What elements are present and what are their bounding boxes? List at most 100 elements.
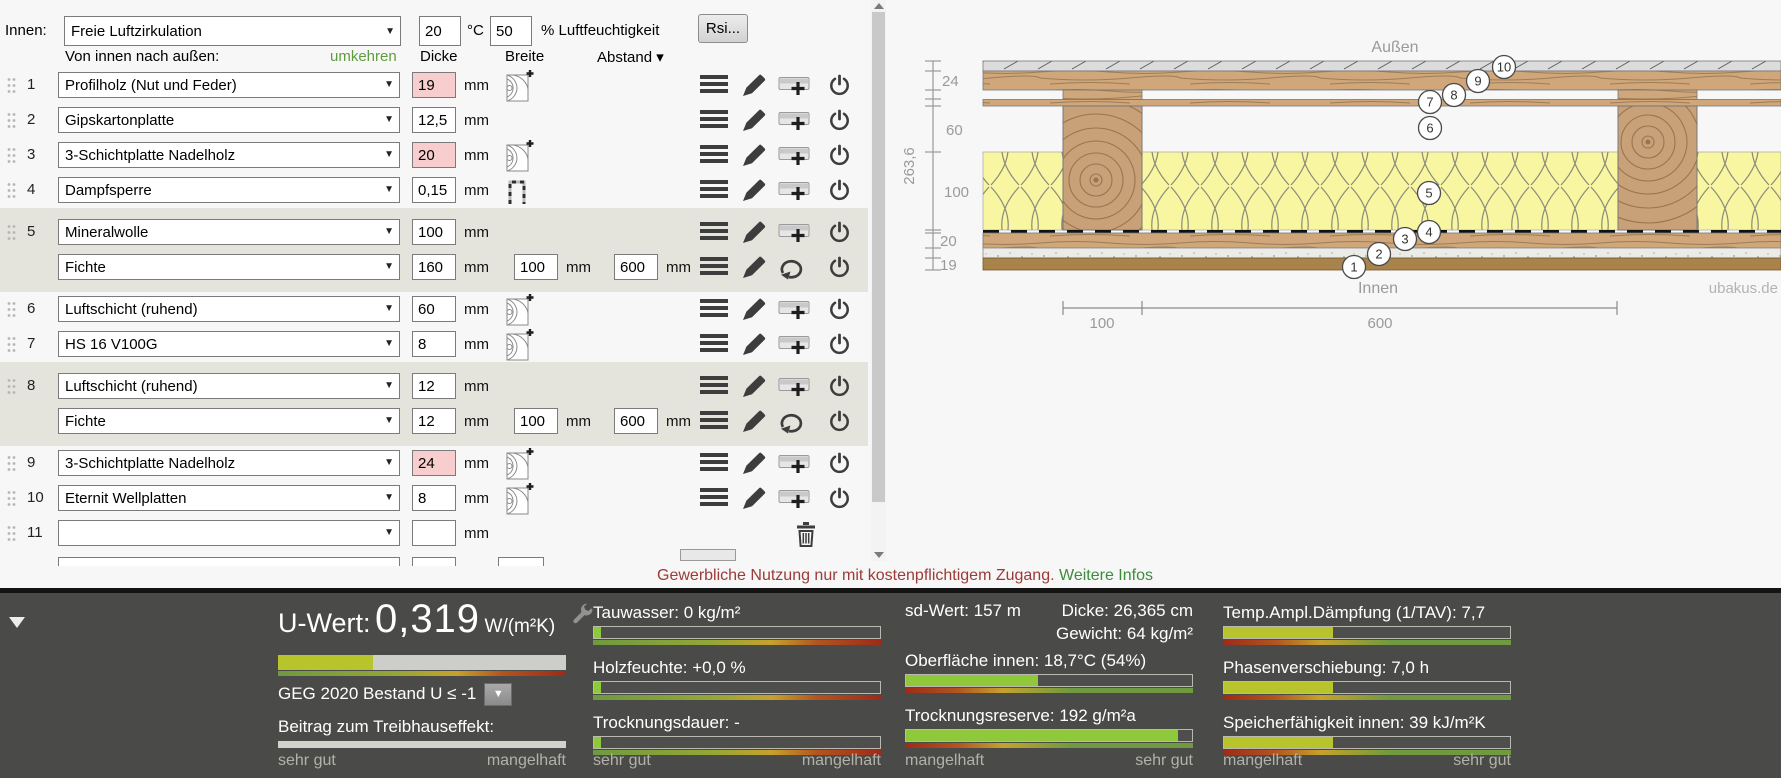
insert-layer-icon[interactable] [778, 333, 814, 363]
membrane-icon[interactable] [506, 174, 528, 210]
menu-icon[interactable] [700, 487, 728, 512]
material-select[interactable]: Mineralwolle▼ [58, 219, 400, 245]
layer-callout[interactable]: 9 [1467, 70, 1490, 93]
layer-callout[interactable]: 3 [1394, 228, 1417, 251]
menu-icon[interactable] [700, 452, 728, 477]
reverse-link[interactable]: umkehren [330, 48, 397, 65]
thickness-input[interactable] [412, 520, 456, 546]
toggle-layer-icon[interactable] [828, 144, 851, 173]
thickness-input[interactable]: 60 [412, 296, 456, 322]
menu-icon[interactable] [700, 298, 728, 323]
insert-layer-icon[interactable] [778, 144, 814, 174]
menu-icon[interactable] [700, 256, 728, 281]
menu-icon[interactable] [700, 375, 728, 400]
toggle-layer-icon[interactable] [828, 452, 851, 481]
material-select[interactable]: Fichte▼ [58, 408, 400, 434]
insert-layer-icon[interactable] [778, 452, 814, 482]
geg-dropdown-button[interactable]: ▼ [484, 683, 512, 706]
edit-icon[interactable] [742, 109, 767, 137]
thickness-input[interactable] [412, 557, 456, 566]
edit-icon[interactable] [742, 221, 767, 249]
menu-icon[interactable] [700, 410, 728, 435]
width-input[interactable]: 100 [514, 408, 558, 434]
more-info-link[interactable]: Weitere Infos [1059, 567, 1153, 584]
insert-layer-icon[interactable] [778, 74, 814, 104]
width-input[interactable] [498, 557, 544, 566]
drag-handle-icon[interactable] [7, 77, 16, 99]
thickness-input[interactable]: 8 [412, 331, 456, 357]
spacing-input[interactable]: 600 [614, 408, 658, 434]
menu-icon[interactable] [700, 144, 728, 169]
menu-icon[interactable] [700, 179, 728, 204]
edit-icon[interactable] [742, 144, 767, 172]
material-select[interactable]: HS 16 V100G▼ [58, 331, 400, 357]
reset-icon[interactable] [778, 410, 805, 440]
drag-handle-icon[interactable] [7, 224, 16, 246]
material-select[interactable]: 3-Schichtplatte Nadelholz▼ [58, 450, 400, 476]
toggle-layer-icon[interactable] [828, 109, 851, 138]
layer-callout[interactable]: 4 [1418, 221, 1441, 244]
drag-handle-icon[interactable] [7, 112, 16, 134]
layer-callout[interactable]: 8 [1443, 84, 1466, 107]
drag-handle-icon[interactable] [7, 182, 16, 204]
edit-icon[interactable] [742, 333, 767, 361]
toggle-layer-icon[interactable] [828, 298, 851, 327]
toggle-layer-icon[interactable] [828, 375, 851, 404]
toggle-layer-icon[interactable] [828, 221, 851, 250]
toggle-layer-icon[interactable] [828, 487, 851, 516]
toggle-layer-icon[interactable] [828, 333, 851, 362]
material-select[interactable]: Luftschicht (ruhend)▼ [58, 373, 400, 399]
insert-layer-icon[interactable] [778, 375, 814, 405]
thickness-input[interactable]: 0,15 [412, 177, 456, 203]
material-select[interactable]: 3-Schichtplatte Nadelholz▼ [58, 142, 400, 168]
circulation-select[interactable]: Freie Luftzirkulation ▼ [64, 16, 401, 46]
menu-icon[interactable] [700, 109, 728, 134]
add-battens-icon[interactable] [506, 139, 534, 177]
drag-handle-icon[interactable] [7, 490, 16, 512]
edit-icon[interactable] [742, 179, 767, 207]
layer-callout[interactable]: 6 [1419, 117, 1442, 140]
edit-icon[interactable] [742, 410, 767, 438]
thickness-input[interactable]: 19 [412, 72, 456, 98]
thickness-input[interactable]: 8 [412, 485, 456, 511]
toggle-layer-icon[interactable] [828, 74, 851, 103]
menu-icon[interactable] [700, 74, 728, 99]
material-select[interactable]: Fichte▼ [58, 254, 400, 280]
layer-callout[interactable]: 5 [1418, 182, 1441, 205]
thickness-input[interactable]: 100 [412, 219, 456, 245]
material-select[interactable]: Gipskartonplatte▼ [58, 107, 400, 133]
menu-icon[interactable] [700, 333, 728, 358]
temperature-input[interactable]: 20 [419, 16, 461, 46]
edit-icon[interactable] [742, 375, 767, 403]
layer-callout[interactable]: 1 [1343, 256, 1366, 279]
material-select[interactable] [58, 557, 400, 566]
rsi-button[interactable]: Rsi... [698, 14, 748, 43]
thickness-input[interactable]: 12,5 [412, 107, 456, 133]
menu-icon[interactable] [700, 221, 728, 246]
width-input[interactable]: 100 [514, 254, 558, 280]
thickness-input[interactable]: 24 [412, 450, 456, 476]
drag-handle-icon[interactable] [7, 301, 16, 323]
delete-icon[interactable] [796, 522, 816, 552]
drag-handle-icon[interactable] [7, 525, 16, 547]
add-battens-icon[interactable] [506, 328, 534, 366]
material-select[interactable]: Eternit Wellplatten▼ [58, 485, 400, 511]
insert-layer-icon[interactable] [778, 109, 814, 139]
material-select[interactable]: Profilholz (Nut und Feder)▼ [58, 72, 400, 98]
insert-layer-icon[interactable] [778, 298, 814, 328]
edit-icon[interactable] [742, 487, 767, 515]
add-battens-icon[interactable] [506, 69, 534, 107]
drag-handle-icon[interactable] [7, 378, 16, 400]
edit-icon[interactable] [742, 298, 767, 326]
thickness-input[interactable]: 20 [412, 142, 456, 168]
drag-handle-icon[interactable] [7, 336, 16, 358]
toggle-layer-icon[interactable] [828, 179, 851, 208]
thickness-input[interactable]: 12 [412, 373, 456, 399]
drag-handle-icon[interactable] [7, 147, 16, 169]
toggle-layer-icon[interactable] [828, 410, 851, 439]
add-battens-icon[interactable] [506, 293, 534, 331]
header-abstand[interactable]: Abstand ▾ [597, 48, 664, 66]
wrench-icon[interactable] [570, 602, 594, 631]
insert-layer-icon[interactable] [778, 487, 814, 517]
layer-callout[interactable]: 10 [1493, 56, 1516, 79]
